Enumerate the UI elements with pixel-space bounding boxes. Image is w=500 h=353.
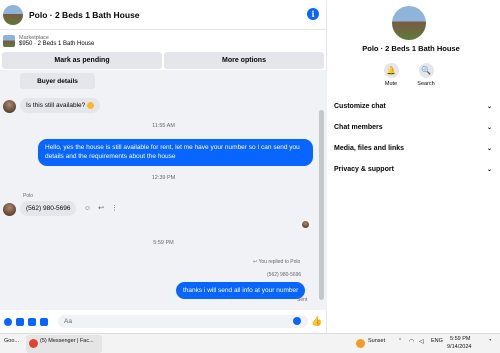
- listing-thumbnail: [3, 35, 15, 47]
- sticker-icon[interactable]: [28, 318, 36, 326]
- emoji-icon[interactable]: [293, 317, 301, 325]
- wifi-icon[interactable]: ◠: [409, 338, 414, 345]
- message-bubble-outgoing[interactable]: Hello, yes the house is still available …: [38, 139, 313, 166]
- message-input[interactable]: Aa: [58, 315, 308, 328]
- reply-icon[interactable]: ↩: [98, 204, 104, 212]
- listing-avatar[interactable]: [3, 4, 23, 25]
- message-bubble-incoming[interactable]: (562) 980-5696: [20, 201, 77, 216]
- search-label: Search: [417, 81, 435, 87]
- chat-members-row[interactable]: Chat members ⌄: [334, 124, 492, 131]
- chat-pane: Polo · 2 Beds 1 Bath House i Marketplace…: [0, 0, 327, 333]
- react-icon[interactable]: ☺: [84, 205, 91, 212]
- search-button[interactable]: 🔍 Search: [411, 63, 441, 87]
- timestamp: 5:59 PM: [153, 240, 174, 246]
- chrome-icon: [29, 339, 38, 348]
- media-files-links-row[interactable]: Media, files and links ⌄: [334, 145, 492, 152]
- listing-profile-image: [392, 6, 426, 40]
- taskbar-messenger-label: (5) Messenger | Fac...: [40, 338, 94, 344]
- avatar[interactable]: [3, 203, 16, 216]
- marketplace-listing[interactable]: Marketplace $950 · 2 Beds 1 Bath House: [0, 30, 327, 52]
- thumbs-up-icon[interactable]: 👍: [311, 316, 322, 327]
- clock-date[interactable]: 9/14/2024: [447, 344, 471, 350]
- seen-avatar: [302, 221, 309, 228]
- panel-title: Polo · 2 Beds 1 Bath House: [362, 44, 460, 53]
- buyer-details-button[interactable]: Buyer details: [20, 73, 95, 89]
- chevron-down-icon: ⌄: [486, 125, 492, 131]
- notification-bell-icon[interactable]: ◔: [488, 338, 492, 344]
- info-icon[interactable]: i: [307, 8, 319, 20]
- message-bubble-incoming[interactable]: Is this still available?: [20, 98, 101, 114]
- weather-label[interactable]: Sunset: [368, 338, 385, 344]
- composer: Aa 👍: [0, 312, 327, 332]
- scrollbar[interactable]: [319, 110, 324, 300]
- listing-price-title: $950 · 2 Beds 1 Bath House: [19, 41, 95, 47]
- details-panel: Polo · 2 Beds 1 Bath House 🔔 Mute 🔍 Sear…: [328, 0, 500, 333]
- messenger-window: Polo · 2 Beds 1 Bath House i Marketplace…: [0, 0, 500, 333]
- chevron-down-icon: ⌄: [486, 104, 492, 110]
- timestamp: 11:55 AM: [152, 123, 175, 129]
- bell-icon: 🔔: [383, 63, 399, 78]
- message-bubble-outgoing[interactable]: thanks i will send all info at your numb…: [176, 282, 306, 300]
- replied-to-label: ↩ You replied to Polo: [253, 259, 301, 265]
- message-text: Is this still available?: [26, 102, 86, 110]
- avatar[interactable]: [3, 100, 16, 113]
- language-indicator[interactable]: ENG: [431, 338, 443, 344]
- sender-name: Polo: [23, 193, 34, 199]
- search-icon: 🔍: [418, 63, 434, 78]
- mark-as-pending-button[interactable]: Mark as pending: [2, 52, 162, 69]
- gif-icon[interactable]: [40, 318, 48, 326]
- sunset-weather-icon: [356, 339, 365, 348]
- mute-label: Mute: [384, 81, 398, 87]
- taskbar: Goo... (5) Messenger | Fac... Sunset ⌃ ◠…: [0, 333, 500, 353]
- more-options-button[interactable]: More options: [164, 52, 324, 69]
- chevron-down-icon: ⌄: [486, 146, 492, 152]
- customize-chat-row[interactable]: Customize chat ⌄: [334, 103, 492, 110]
- mute-button[interactable]: 🔔 Mute: [376, 63, 406, 87]
- smile-emoji-icon: [87, 102, 95, 109]
- volume-icon[interactable]: ◁: [419, 338, 424, 345]
- chat-title[interactable]: Polo · 2 Beds 1 Bath House: [29, 10, 140, 20]
- quoted-message: (562) 980-5696: [267, 272, 302, 278]
- tray-chevron-icon[interactable]: ⌃: [398, 338, 402, 344]
- listing-actions: Mark as pending More options: [0, 52, 327, 70]
- more-icon[interactable]: ⋮: [111, 204, 118, 212]
- timestamp: 12:39 PM: [151, 175, 176, 181]
- taskbar-item-google[interactable]: Goo...: [4, 338, 19, 344]
- plus-icon[interactable]: [4, 318, 12, 326]
- photo-icon[interactable]: [16, 318, 24, 326]
- sent-status: Sent: [297, 297, 308, 303]
- privacy-support-row[interactable]: Privacy & support ⌄: [334, 166, 492, 173]
- clock-time[interactable]: 5:59 PM: [450, 336, 470, 342]
- chat-header: Polo · 2 Beds 1 Bath House i: [0, 0, 327, 30]
- message-actions: ☺ ↩ ⋮: [84, 204, 118, 213]
- chevron-down-icon: ⌄: [486, 167, 492, 173]
